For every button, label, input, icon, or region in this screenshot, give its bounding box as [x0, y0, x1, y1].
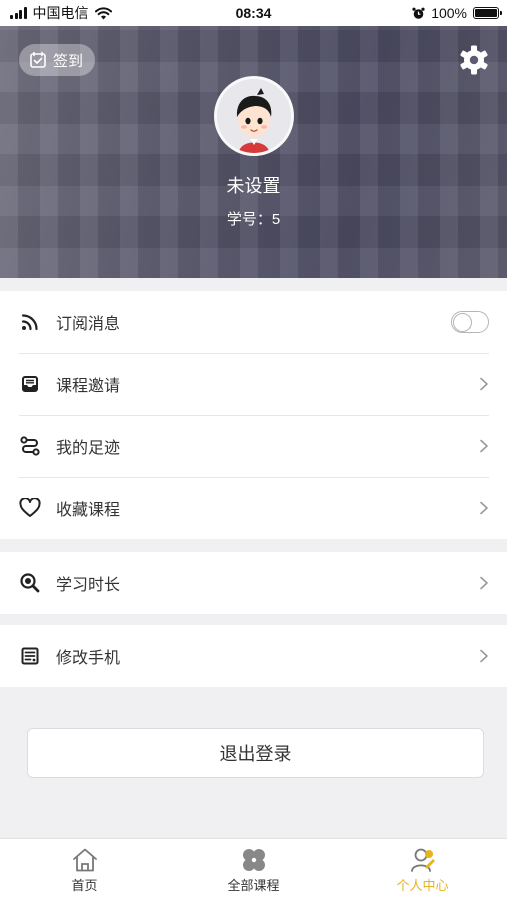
menu-item-change-phone[interactable]: 修改手机 [0, 625, 507, 687]
menu-item-subscribe: 订阅消息 [0, 291, 507, 353]
menu-item-label: 订阅消息 [56, 316, 121, 333]
avatar[interactable] [214, 76, 294, 156]
bottom-tab-bar: 首页 全部课程 个人中心 [0, 838, 507, 900]
subscribe-toggle[interactable] [451, 311, 489, 333]
signal-icon [10, 7, 27, 19]
chevron-right-icon [480, 377, 488, 391]
tab-home[interactable]: 首页 [0, 839, 169, 900]
form-icon [19, 645, 41, 667]
carrier-label: 中国电信 [32, 5, 89, 21]
menu-item-label: 我的足迹 [56, 440, 121, 457]
profile-header: 签到 未设置 学号：5 [0, 26, 507, 278]
route-icon [19, 435, 41, 457]
menu-item-label: 收藏课程 [56, 502, 121, 519]
menu-item-course-invite[interactable]: 课程邀请 [0, 353, 507, 415]
cartoon-face-icon [217, 79, 291, 153]
rss-icon [19, 311, 41, 333]
battery-percent: 100% [431, 5, 467, 21]
menu-group-primary: 订阅消息 课程邀请 我的足迹 收藏课程 [0, 291, 507, 539]
tab-label: 首页 [71, 878, 98, 893]
menu-item-favorite-courses[interactable]: 收藏课程 [0, 477, 507, 539]
menu-item-footprints[interactable]: 我的足迹 [0, 415, 507, 477]
chevron-right-icon [480, 439, 488, 453]
person-icon [408, 846, 438, 874]
battery-icon [473, 7, 502, 19]
menu-item-study-duration[interactable]: 学习时长 [0, 552, 507, 614]
heart-icon [19, 497, 41, 519]
menu-group-account: 修改手机 [0, 625, 507, 687]
chevron-right-icon [480, 649, 488, 663]
tab-label: 个人中心 [396, 878, 449, 893]
clover-icon [239, 846, 269, 874]
student-id: 学号：5 [226, 211, 281, 228]
menu-group-study: 学习时长 [0, 552, 507, 614]
logout-button[interactable]: 退出登录 [27, 728, 484, 778]
tab-personal-center[interactable]: 个人中心 [338, 839, 507, 900]
checkin-button[interactable]: 签到 [19, 44, 96, 76]
calendar-check-icon [30, 51, 46, 68]
status-left: 中国电信 [10, 3, 112, 23]
chevron-right-icon [480, 501, 488, 515]
status-right: 100% [412, 5, 502, 21]
home-icon [70, 846, 100, 874]
menu-item-label: 修改手机 [56, 650, 121, 667]
nickname: 未设置 [226, 176, 281, 196]
menu-item-label: 课程邀请 [56, 378, 121, 395]
tab-label: 全部课程 [227, 878, 280, 893]
settings-gear-icon[interactable] [458, 44, 490, 76]
status-bar: 中国电信 08:34 100% [0, 0, 507, 26]
alarm-icon [412, 7, 425, 19]
menu-item-label: 学习时长 [56, 577, 121, 594]
wifi-icon [94, 6, 112, 19]
clock: 08:34 [235, 5, 272, 21]
checkin-label: 签到 [53, 52, 84, 70]
tab-all-courses[interactable]: 全部课程 [169, 839, 338, 900]
chevron-right-icon [480, 576, 488, 590]
inbox-icon [19, 373, 41, 395]
magnifier-icon [19, 572, 41, 594]
